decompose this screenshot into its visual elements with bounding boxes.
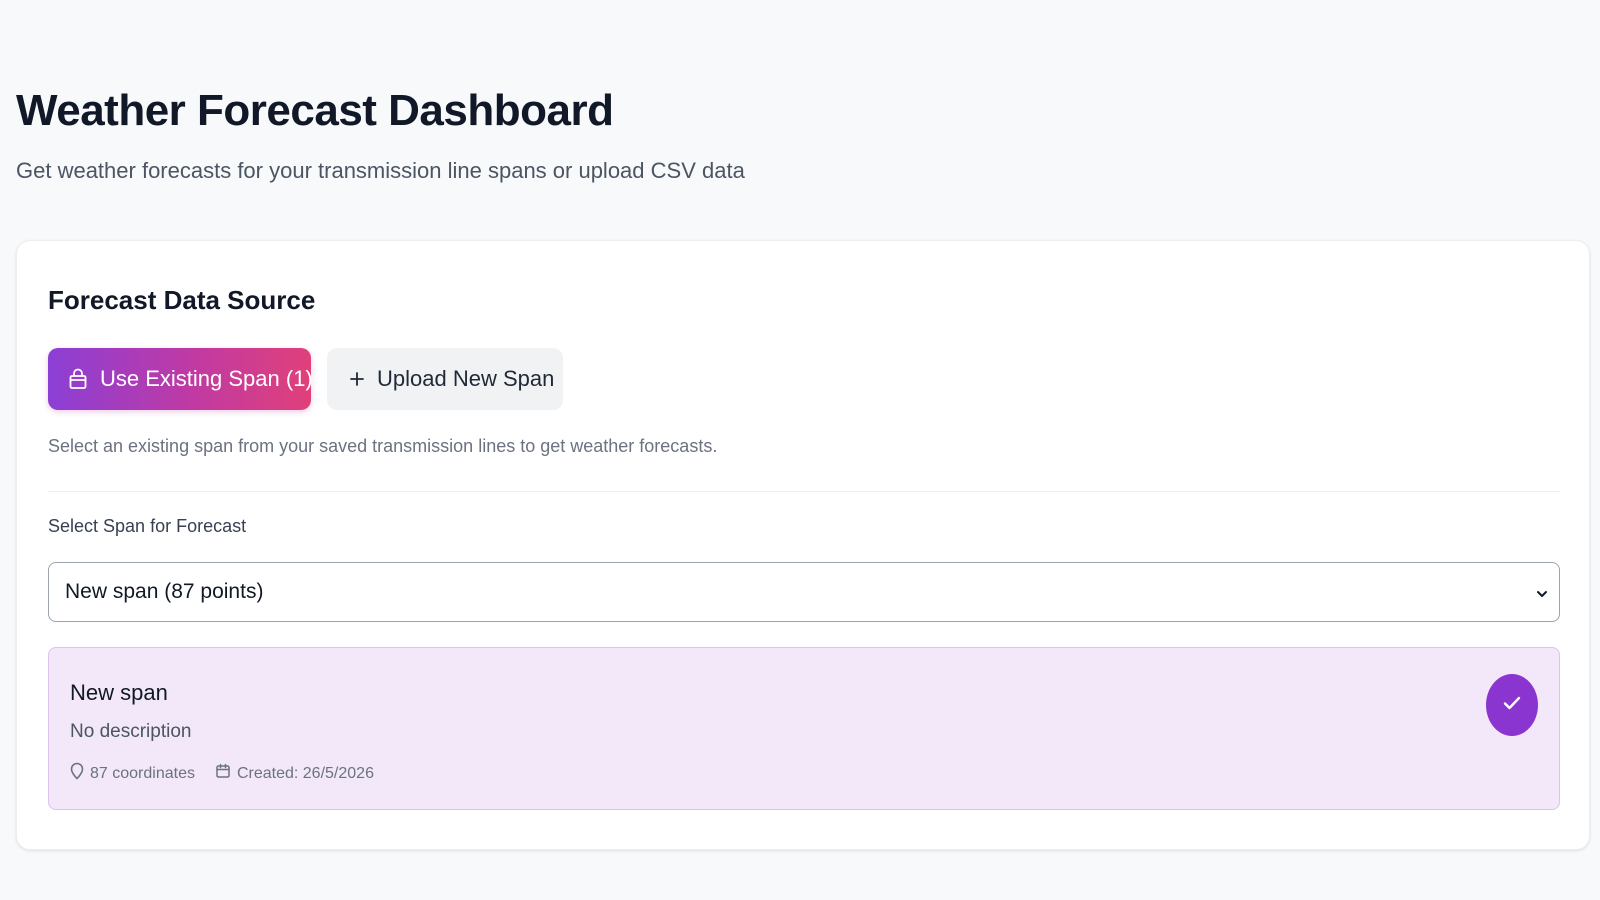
span-select-value: New span (87 points) xyxy=(65,580,264,603)
use-existing-span-button[interactable]: Use Existing Span (1) xyxy=(48,348,313,410)
use-existing-span-label: Use Existing Span (1) xyxy=(100,366,313,391)
upload-new-span-label: Upload New Span xyxy=(377,366,555,391)
span-coordinates-text: 87 coordinates xyxy=(90,764,195,782)
selected-span-card[interactable]: New span No description 87 coordinates C… xyxy=(48,647,1560,810)
select-span-label: Select Span for Forecast xyxy=(48,516,247,536)
plus-icon xyxy=(349,371,365,387)
page: Weather Forecast Dashboard Get weather f… xyxy=(0,0,1600,900)
divider xyxy=(48,491,1560,492)
forecast-source-card: Forecast Data Source Use Existing Span (… xyxy=(16,240,1590,850)
page-title: Weather Forecast Dashboard xyxy=(16,86,614,135)
selected-check-badge xyxy=(1486,674,1538,736)
card-title: Forecast Data Source xyxy=(48,285,316,315)
chevron-down-icon xyxy=(1535,583,1549,607)
map-pin-icon xyxy=(70,762,84,785)
helper-text: Select an existing span from your saved … xyxy=(48,436,718,456)
span-meta: 87 coordinates Created: 26/5/2026 xyxy=(70,762,374,785)
span-created-text: Created: 26/5/2026 xyxy=(236,764,374,782)
span-name: New span xyxy=(70,680,168,705)
page-subtitle: Get weather forecasts for your transmiss… xyxy=(16,158,745,183)
check-icon xyxy=(1501,692,1523,719)
upload-new-span-button[interactable]: Upload New Span xyxy=(327,348,563,410)
package-icon xyxy=(68,368,88,390)
span-coordinates: 87 coordinates xyxy=(70,762,195,785)
span-select[interactable]: New span (87 points) xyxy=(48,562,1560,622)
span-description: No description xyxy=(70,721,192,742)
calendar-icon xyxy=(215,763,231,784)
span-created: Created: 26/5/2026 xyxy=(215,763,374,784)
